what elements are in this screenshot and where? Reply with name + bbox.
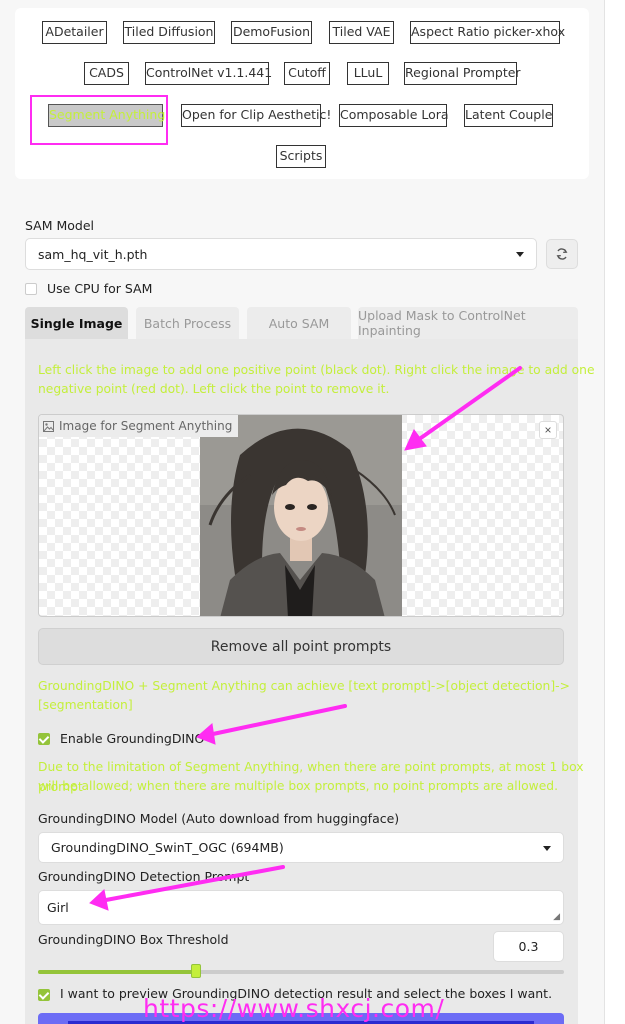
tab-composable-lora[interactable]: Composable Lora [339, 104, 449, 127]
dino-model-dropdown[interactable]: GroundingDINO_SwinT_OGC (694MB) [38, 832, 564, 863]
use-cpu-checkbox[interactable] [25, 283, 37, 295]
use-cpu-label: Use CPU for SAM [47, 281, 153, 296]
dino-prompt-input[interactable]: Girl ◢ [38, 890, 564, 925]
box-threshold-slider[interactable] [38, 964, 564, 978]
sam-model-dropdown[interactable]: sam_hq_vit_h.pth [25, 238, 537, 270]
image-label-text: Image for Segment Anything [59, 419, 233, 433]
subtab-batch-process[interactable]: Batch Process [136, 307, 239, 339]
dino-info-line2: [segmentation] [38, 698, 133, 712]
dino-model-label: GroundingDINO Model (Auto download from … [38, 811, 400, 826]
box-threshold-label: GroundingDINO Box Threshold [38, 932, 229, 947]
tab-cads[interactable]: CADS [84, 62, 129, 85]
subtab-auto-sam[interactable]: Auto SAM [247, 307, 351, 339]
resize-handle-icon[interactable]: ◢ [553, 912, 560, 922]
tab-adetailer[interactable]: ADetailer [42, 21, 107, 44]
refresh-icon [556, 248, 568, 260]
point-instructions-line2: negative point (red dot). Left click the… [38, 382, 390, 396]
close-icon[interactable]: × [539, 421, 557, 439]
tab-regional-prompter[interactable]: Regional Prompter [404, 62, 521, 85]
tab-cutoff[interactable]: Cutoff [284, 62, 330, 85]
sam-model-value: sam_hq_vit_h.pth [38, 246, 148, 262]
chevron-down-icon [516, 252, 524, 257]
dino-prompt-value: Girl [47, 900, 69, 915]
tab-segment-anything[interactable]: Segment Anything [48, 104, 165, 127]
dino-model-value: GroundingDINO_SwinT_OGC (694MB) [51, 840, 284, 855]
dino-prompt-label: GroundingDINO Detection Prompt [38, 869, 250, 884]
image-label: Image for Segment Anything [39, 415, 239, 437]
tab-controlnet[interactable]: ControlNet v1.1.441 [145, 62, 272, 85]
refresh-button[interactable] [546, 239, 578, 269]
portrait-image [200, 415, 402, 616]
scrollbar-track[interactable] [604, 0, 625, 1024]
tab-tiled-vae[interactable]: Tiled VAE [329, 21, 394, 44]
tab-llul[interactable]: LLuL [347, 62, 389, 85]
slider-fill [38, 970, 196, 974]
image-icon [43, 420, 54, 432]
tab-latent-couple[interactable]: Latent Couple [464, 104, 553, 127]
tab-tiled-diffusion[interactable]: Tiled Diffusion [123, 21, 215, 44]
dino-note-line2: will be allowed; when there are multiple… [38, 779, 558, 793]
tab-demofusion[interactable]: DemoFusion [231, 21, 312, 44]
tab-aspect-ratio-picker[interactable]: Aspect Ratio picker-xhox [410, 21, 565, 44]
subtab-upload-mask[interactable]: Upload Mask to ControlNet Inpainting [358, 307, 578, 339]
watermark-text: https://www.shxcj.com/ [143, 994, 445, 1023]
preview-dino-checkbox[interactable] [38, 989, 50, 1001]
remove-all-points-button[interactable]: Remove all point prompts [38, 628, 564, 665]
tab-clip-aesthetic[interactable]: Open for Clip Aesthetic! [181, 104, 331, 127]
tab-scripts[interactable]: Scripts [276, 145, 326, 168]
chevron-down-icon [543, 845, 551, 851]
subtab-single-image[interactable]: Single Image [25, 307, 128, 339]
box-threshold-input[interactable]: 0.3 [493, 931, 564, 962]
enable-groundingdino-checkbox[interactable] [38, 733, 50, 745]
enable-groundingdino-label: Enable GroundingDINO [60, 731, 205, 746]
slider-thumb[interactable] [190, 964, 201, 978]
dino-info-line1: GroundingDINO + Segment Anything can ach… [38, 679, 570, 693]
image-upload-area[interactable]: Image for Segment Anything × [38, 414, 564, 617]
sam-model-label: SAM Model [25, 218, 95, 233]
point-instructions-line1: Left click the image to add one positive… [38, 363, 595, 377]
